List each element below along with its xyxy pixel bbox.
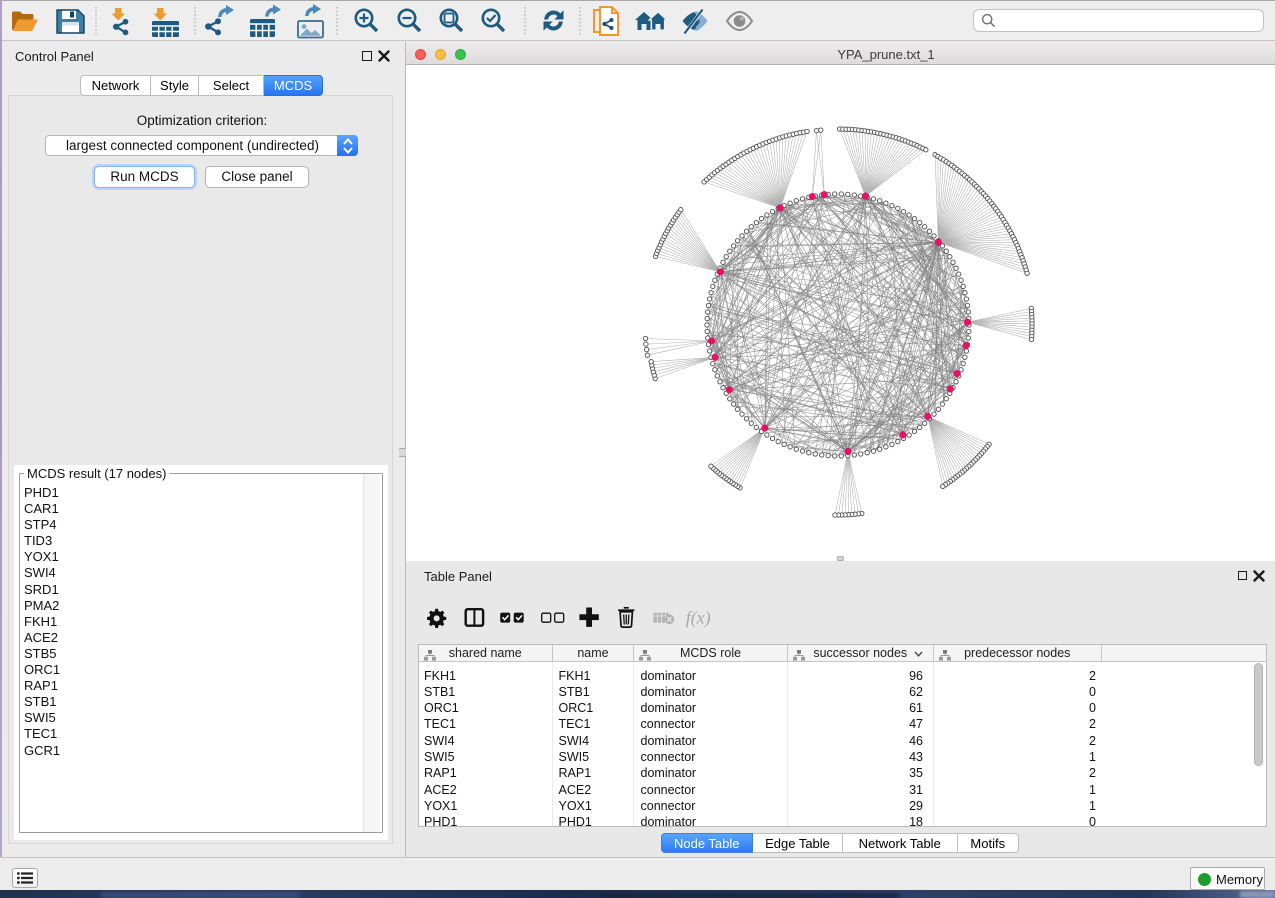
- svg-text:f(x): f(x): [686, 607, 711, 628]
